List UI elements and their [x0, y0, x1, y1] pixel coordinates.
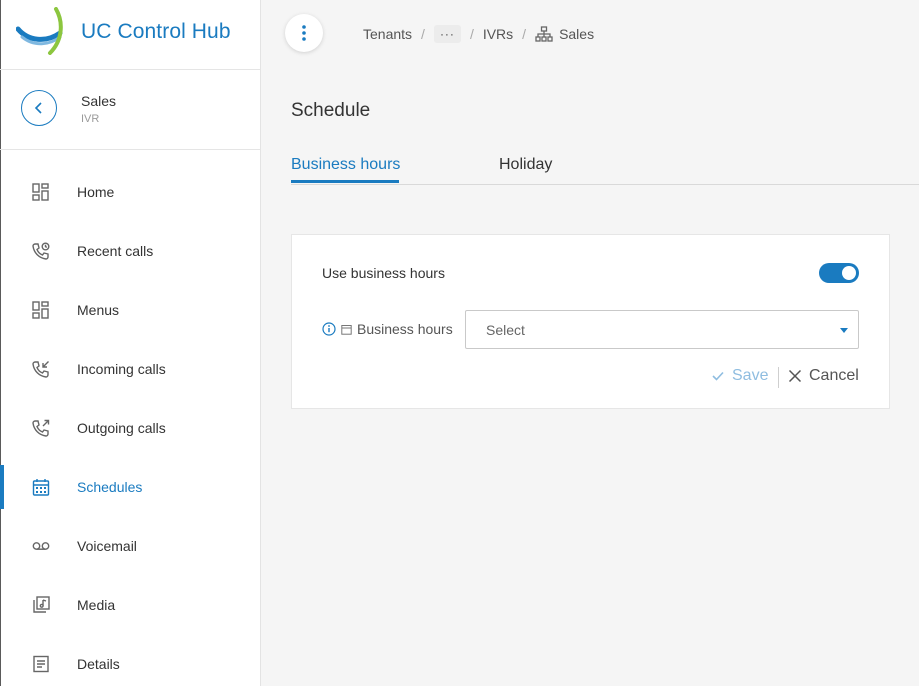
document-icon: [33, 655, 49, 673]
page-title: Schedule: [291, 100, 371, 121]
phone-outgoing-icon: [32, 419, 50, 437]
sidebar-item-label: Outgoing calls: [77, 420, 166, 436]
breadcrumb: Tenants / ··· / IVRs / Sales: [363, 24, 594, 44]
sidebar-item-home[interactable]: Home: [0, 170, 260, 214]
kebab-icon: [302, 25, 306, 41]
breadcrumb-current: Sales: [559, 26, 595, 42]
context-subtitle: IVR: [81, 113, 100, 125]
breadcrumb-ellipsis[interactable]: ···: [433, 25, 461, 43]
logo-row: UC Control Hub: [0, 0, 260, 70]
toggle-knob: [842, 266, 856, 280]
dashboard-icon: [32, 301, 49, 319]
info-icon[interactable]: [322, 322, 336, 336]
tab-bar: Business hours Holiday: [291, 145, 919, 185]
save-button-label: Save: [732, 367, 769, 384]
tab-holiday[interactable]: Holiday: [499, 156, 552, 174]
save-button[interactable]: Save: [712, 367, 768, 385]
sidebar-item-menus[interactable]: Menus: [0, 288, 260, 332]
active-tab-indicator: [291, 180, 399, 183]
breadcrumb-separator: /: [522, 26, 527, 42]
dashboard-icon: [32, 183, 49, 201]
breadcrumb-separator: /: [421, 26, 425, 42]
sidebar-item-label: Recent calls: [77, 243, 154, 259]
sidebar-item-label: Schedules: [77, 479, 143, 495]
sidebar-item-voicemail[interactable]: Voicemail: [0, 524, 260, 568]
cancel-button[interactable]: Cancel: [788, 367, 859, 385]
back-button[interactable]: [21, 90, 57, 126]
breadcrumb-separator: /: [469, 26, 474, 42]
calendar-icon: [341, 324, 352, 335]
business-hours-card: Use business hours Business hours Select…: [291, 234, 890, 409]
sidebar-item-media[interactable]: Media: [0, 583, 260, 627]
button-divider: [778, 367, 779, 388]
use-business-hours-toggle[interactable]: [819, 263, 859, 283]
sidebar-item-recent-calls[interactable]: Recent calls: [0, 229, 260, 273]
app-title: UC Control Hub: [81, 20, 231, 43]
check-icon: [712, 371, 724, 381]
sidebar-item-label: Media: [77, 597, 116, 613]
business-hours-field-label: Business hours: [322, 321, 453, 337]
chevron-left-icon: [34, 102, 42, 114]
breadcrumb-tenants[interactable]: Tenants: [363, 26, 412, 42]
sidebar-item-label: Incoming calls: [77, 361, 166, 377]
caret-down-icon: [840, 328, 848, 333]
phone-clock-icon: [32, 242, 50, 260]
close-icon: [788, 369, 802, 383]
sidebar-item-label: Menus: [77, 302, 120, 318]
media-library-icon: [33, 596, 50, 613]
sidebar-item-incoming-calls[interactable]: Incoming calls: [0, 347, 260, 391]
voicemail-icon: [32, 542, 50, 550]
more-menu-button[interactable]: [285, 14, 323, 52]
sidebar-item-label: Home: [77, 184, 115, 200]
sidebar-item-label: Details: [77, 656, 120, 672]
context-header: Sales IVR: [0, 70, 260, 150]
sidebar-item-schedules[interactable]: Schedules: [0, 465, 260, 509]
use-business-hours-label: Use business hours: [322, 265, 445, 281]
cancel-button-label: Cancel: [809, 367, 859, 384]
sidebar-item-outgoing-calls[interactable]: Outgoing calls: [0, 406, 260, 450]
hierarchy-icon: [535, 26, 553, 42]
phone-incoming-icon: [32, 361, 49, 378]
context-title: Sales: [81, 93, 117, 109]
sidebar-item-details[interactable]: Details: [0, 642, 260, 686]
business-hours-label: Business hours: [357, 321, 453, 337]
business-hours-select[interactable]: Select: [465, 310, 859, 349]
sidebar: UC Control Hub Sales IVR Home Recent cal…: [0, 0, 261, 686]
sidebar-item-label: Voicemail: [77, 538, 137, 554]
logo-icon: [16, 7, 63, 55]
tab-business-hours[interactable]: Business hours: [291, 156, 400, 174]
business-hours-select-value: Select: [486, 322, 525, 338]
breadcrumb-ivrs[interactable]: IVRs: [483, 26, 513, 42]
calendar-icon: [32, 479, 50, 496]
